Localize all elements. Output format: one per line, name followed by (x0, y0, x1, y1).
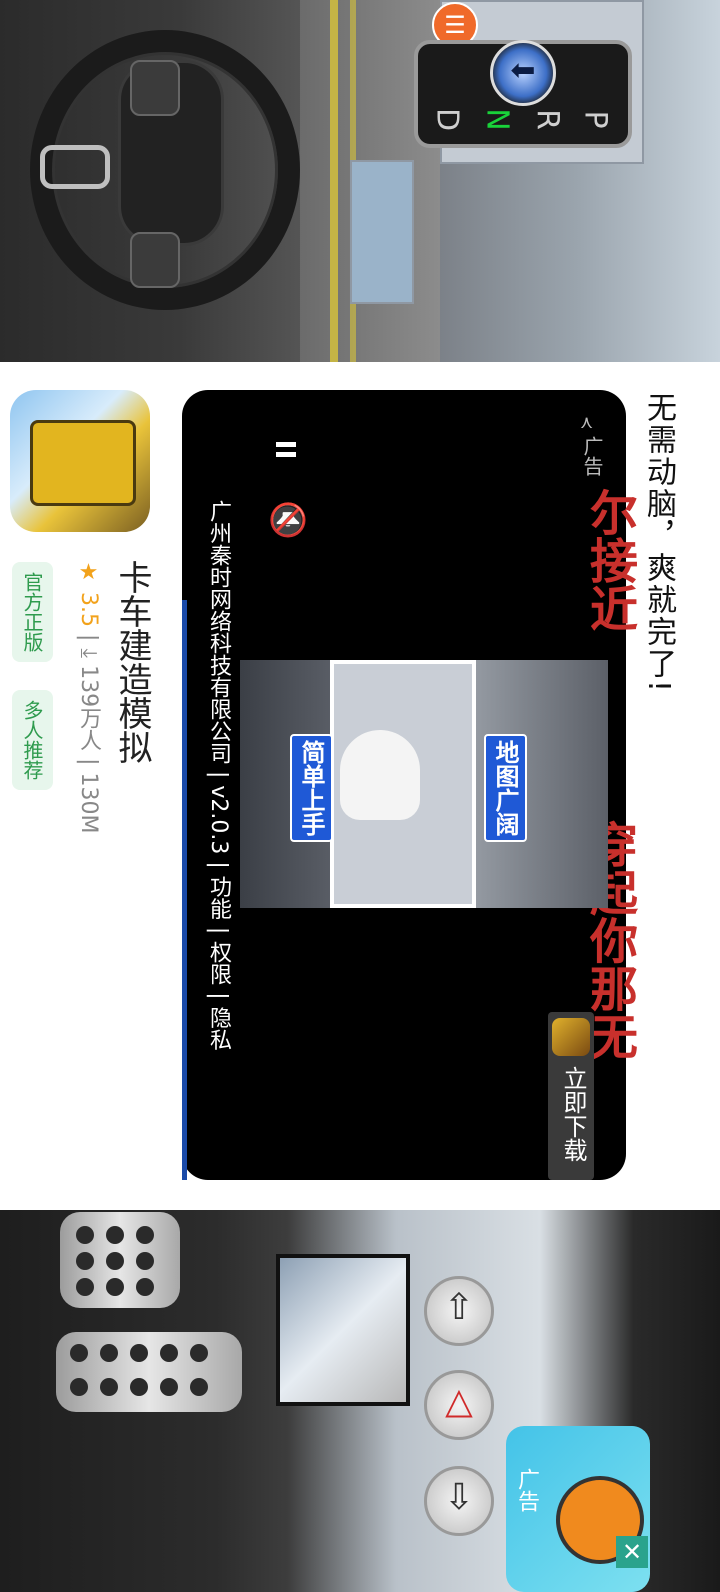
ad-overlay-text-1: 尔接近 (581, 488, 637, 632)
link-permissions[interactable]: 权限 (206, 941, 231, 985)
app-name[interactable]: 卡车建造模拟 (108, 560, 157, 764)
close-icon[interactable]: ✕ (616, 1536, 648, 1568)
brake-pedal[interactable] (60, 1212, 180, 1308)
truck-image (30, 420, 136, 506)
gear-n[interactable]: N (480, 105, 515, 135)
gas-pedal[interactable] (56, 1332, 242, 1412)
badge-official: 官方正版 (12, 562, 53, 662)
video-tag-map: 地图广阔 (484, 734, 527, 842)
hand-pointer (340, 730, 420, 820)
floating-ad-label: 广告 (514, 1468, 539, 1512)
app-downloads: 139万人 (76, 665, 101, 752)
down-arrow-icon: ⇩ (443, 1477, 475, 1518)
pause-icon[interactable] (276, 440, 300, 460)
wheel-controls-top[interactable] (130, 60, 180, 116)
building (350, 160, 414, 304)
up-arrow-button[interactable]: ⇧ (424, 1276, 494, 1346)
ad-logo-icon: ⋏ (580, 412, 594, 433)
gear-r[interactable]: R (530, 105, 565, 135)
video-progress-bar (182, 600, 187, 1180)
star-icon: ★ (76, 560, 101, 585)
app-version: v2.0.3 (206, 785, 231, 855)
hazard-icon: △ (445, 1381, 473, 1422)
ad-headline: 无需动脑，爽就完了! (641, 392, 676, 695)
badge-recommended: 多人推荐 (12, 690, 53, 790)
wheel-spoke (40, 145, 110, 189)
gear-d[interactable]: D (430, 105, 465, 135)
down-arrow-button[interactable]: ⇩ (424, 1466, 494, 1536)
hazard-button[interactable]: △ (424, 1370, 494, 1440)
app-rating: 3.5 (76, 592, 101, 627)
app-size: 130M (76, 772, 101, 834)
app-meta: ★ 3.5 | ⤓ 139万人 | 130M (76, 560, 101, 834)
wheel-controls-bottom[interactable] (130, 232, 180, 288)
link-features[interactable]: 功能 (206, 876, 231, 920)
mute-icon[interactable]: 🔇 (268, 500, 308, 540)
ad-info-line: 广州秦时网络科技有限公司 | v2.0.3 | 功能 | 权限 | 隐私 (206, 500, 231, 1051)
up-arrow-icon: ⇧ (443, 1287, 475, 1328)
link-privacy[interactable]: 隐私 (206, 1007, 231, 1051)
download-app-thumbnail (552, 1018, 590, 1056)
road-line (330, 0, 338, 362)
arrow-left-icon: ⬅ (510, 53, 536, 88)
video-tag-easy: 简单上手 (290, 734, 333, 842)
ad-label: 广告 (580, 436, 604, 476)
gear-p[interactable]: P (578, 105, 613, 135)
app-icon[interactable] (10, 390, 150, 532)
hamburger-icon: ☰ (444, 11, 466, 39)
download-button-label[interactable]: 立即下载 (556, 1066, 591, 1162)
gear-knob[interactable]: ⬅ (490, 40, 556, 106)
rear-view-mirror (276, 1254, 410, 1406)
company-name: 广州秦时网络科技有限公司 (206, 500, 231, 764)
